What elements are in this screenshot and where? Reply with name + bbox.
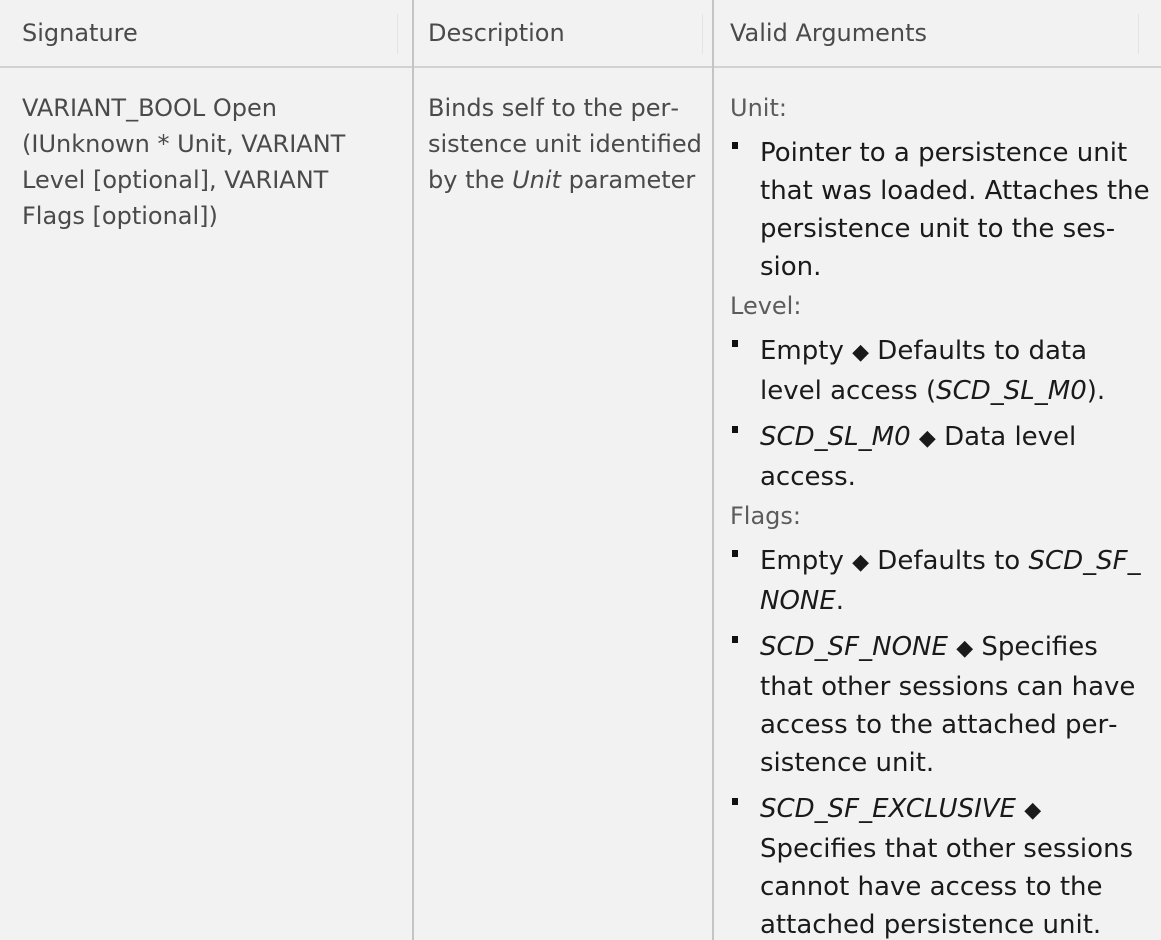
argument-list-flags: Empty ◆ Defaults to SCD_SF_​NONE. SCD_SF… xyxy=(730,542,1150,940)
bullet-icon xyxy=(732,798,738,805)
item-term: Empty xyxy=(760,546,844,576)
header-description: Description xyxy=(428,19,565,47)
item-text: Pointer to a persistence unit that was l… xyxy=(760,138,1150,282)
bullet-icon xyxy=(732,340,738,347)
list-item: Pointer to a persistence unit that was l… xyxy=(730,134,1150,286)
header-valid-arguments: Valid Arguments xyxy=(730,19,928,47)
item-term: SCD_SF_NONE xyxy=(760,632,948,662)
bullet-icon xyxy=(732,426,738,433)
diamond-icon: ◆ xyxy=(918,426,936,451)
header-signature: Signature xyxy=(22,19,138,47)
diamond-icon: ◆ xyxy=(1024,798,1042,823)
header-divider xyxy=(702,14,703,54)
list-item: Empty ◆ Defaults to SCD_SF_​NONE. xyxy=(730,542,1150,620)
item-term: SCD_SL_M0 xyxy=(760,422,911,452)
header-separator xyxy=(0,66,1161,68)
argument-label-flags: Flags: xyxy=(730,502,802,530)
argument-list-level: Empty ◆ Defaults to data level access (S… xyxy=(730,332,1150,496)
list-item: SCD_SF_EXCLUSIVE ◆ Specifies that other … xyxy=(730,790,1150,940)
item-term: SCD_SF_EXCLUSIVE xyxy=(760,794,1016,824)
description-cell: Binds self to the per­sistence unit iden… xyxy=(428,90,713,198)
bullet-icon xyxy=(732,636,738,643)
description-emphasis: Unit xyxy=(512,166,561,194)
diamond-icon: ◆ xyxy=(956,636,974,661)
item-text-end: ). xyxy=(1086,376,1106,406)
item-text: Defaults to xyxy=(869,546,1029,576)
bullet-icon xyxy=(732,550,738,557)
item-italic: SCD_SL_M0 xyxy=(936,376,1087,406)
list-item: SCD_SL_M0 ◆ Data level access. xyxy=(730,418,1150,496)
function-table: Signature Description Valid Arguments VA… xyxy=(0,0,1161,940)
diamond-icon: ◆ xyxy=(852,550,870,575)
header-divider xyxy=(397,14,398,54)
list-item: Empty ◆ Defaults to data level access (S… xyxy=(730,332,1150,410)
list-item: SCD_SF_NONE ◆ Specifies that other sessi… xyxy=(730,628,1150,782)
item-text-end: . xyxy=(835,586,845,616)
column-divider xyxy=(412,0,414,940)
item-term: Empty xyxy=(760,336,844,366)
description-text-end: parameter xyxy=(560,166,696,194)
valid-arguments-cell: Unit: Pointer to a persistence unit that… xyxy=(730,90,1150,940)
signature-cell: VARIANT_BOOL Open (IUnknown * Unit, VARI… xyxy=(22,94,346,230)
diamond-icon: ◆ xyxy=(852,340,870,365)
bullet-icon xyxy=(732,142,738,149)
header-divider xyxy=(1138,14,1139,54)
item-text: Specifies that other sessions cannot hav… xyxy=(760,834,1134,940)
argument-label-unit: Unit: xyxy=(730,94,787,122)
argument-label-level: Level: xyxy=(730,292,802,320)
argument-list-unit: Pointer to a persistence unit that was l… xyxy=(730,134,1150,286)
